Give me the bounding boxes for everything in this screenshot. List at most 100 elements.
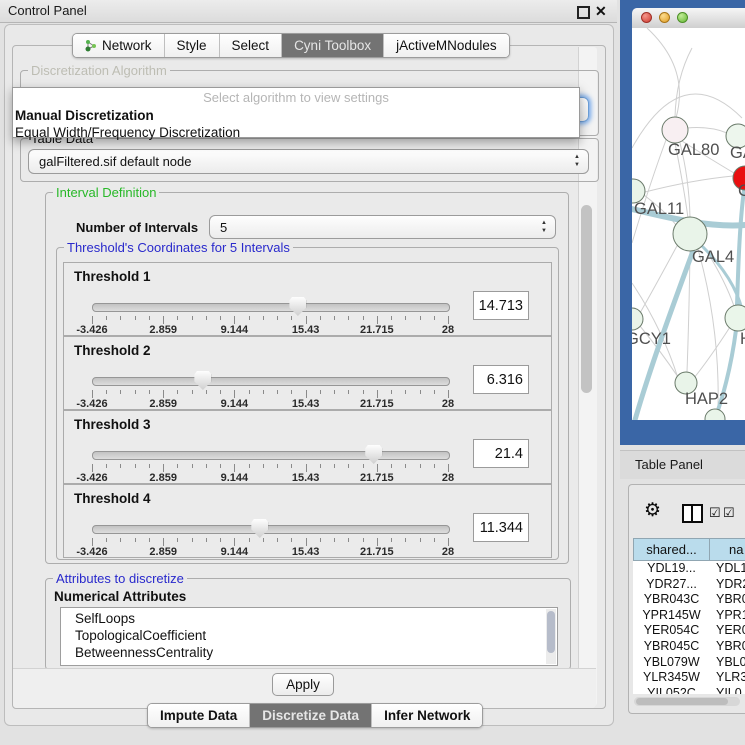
tab-label: Style	[177, 34, 207, 57]
table-row[interactable]: YLR345WYLR3	[633, 670, 745, 686]
numerical-attributes-list[interactable]: SelfLoopsTopologicalCoefficientBetweenne…	[60, 607, 558, 666]
table-row[interactable]: YBL079WYBL0	[633, 655, 745, 671]
cell-shared-name[interactable]: YBR045C	[633, 639, 710, 655]
close-icon[interactable]: ✕	[595, 0, 607, 22]
thresholds-group: Threshold's Coordinates for 5 Intervals …	[56, 247, 559, 560]
table-row[interactable]: YBR043CYBR0	[633, 592, 745, 608]
minimize-traffic-light-icon[interactable]	[659, 12, 670, 23]
columns-icon[interactable]	[682, 504, 703, 523]
network-edge-highlighted[interactable]	[737, 190, 744, 305]
threshold-label: Threshold 1	[74, 269, 151, 284]
table-data-combobox[interactable]: galFiltered.sif default node ▲▼	[28, 149, 589, 174]
apply-button[interactable]: Apply	[272, 673, 334, 696]
scale-label: -3.426	[76, 324, 107, 336]
control-panel-titlebar: Control Panel ✕	[0, 0, 617, 23]
list-item[interactable]: SelfLoops	[61, 610, 557, 627]
network-edge[interactable]	[632, 94, 742, 148]
slider-thumb[interactable]	[365, 445, 382, 464]
scale-label: 21.715	[360, 398, 394, 410]
table-row[interactable]: YIL052CYIL0	[633, 686, 745, 694]
threshold-value-field[interactable]: 6.316	[473, 365, 529, 394]
checkbox-icon[interactable]: ☑	[723, 506, 735, 519]
network-edge[interactable]	[647, 28, 679, 118]
scale-label: 28	[442, 398, 454, 410]
dropdown-option-equal-width[interactable]: Equal Width/Frequency Discretization	[13, 125, 579, 140]
cell-name[interactable]: YBR0	[710, 639, 745, 655]
horizontal-scrollbar-thumb[interactable]	[636, 698, 728, 705]
tab-style[interactable]: Style	[165, 34, 220, 57]
tab-infer-network[interactable]: Infer Network	[372, 704, 482, 727]
checkbox-icon[interactable]: ☑	[709, 506, 721, 519]
table-row[interactable]: YPR145WYPR1	[633, 608, 745, 624]
network-node[interactable]	[673, 217, 707, 251]
threshold-slider[interactable]	[92, 525, 450, 534]
slider-thumb[interactable]	[289, 297, 306, 316]
float-window-icon[interactable]	[577, 6, 590, 19]
panel-scrollbar-thumb[interactable]	[581, 205, 592, 393]
horizontal-scrollbar[interactable]	[634, 697, 740, 706]
cell-name[interactable]: YDL1	[710, 561, 745, 577]
scale-label: 21.715	[360, 472, 394, 484]
column-header-shared[interactable]: shared...	[633, 538, 710, 561]
cell-name[interactable]: YIL0	[710, 686, 742, 694]
tab-network[interactable]: Network	[73, 34, 165, 57]
tab-discretize-data[interactable]: Discretize Data	[250, 704, 372, 727]
cell-shared-name[interactable]: YBR043C	[633, 592, 710, 608]
threshold-slider[interactable]	[92, 303, 450, 312]
column-header-name[interactable]: na	[710, 538, 745, 561]
interval-definition-title: Interval Definition	[53, 185, 159, 200]
threshold-slider[interactable]	[92, 451, 450, 460]
gear-icon[interactable]: ⚙	[644, 501, 661, 520]
network-edge[interactable]	[687, 128, 727, 133]
network-node[interactable]	[725, 305, 745, 331]
tab-impute-data[interactable]: Impute Data	[148, 704, 250, 727]
cell-name[interactable]: YER0	[710, 623, 745, 639]
cell-name[interactable]: YPR1	[710, 608, 745, 624]
cell-name[interactable]: YDR2	[710, 577, 745, 593]
table-row[interactable]: YDL19...YDL1	[633, 561, 745, 577]
network-edge[interactable]	[645, 176, 733, 192]
cell-shared-name[interactable]: YIL052C	[633, 686, 710, 694]
tab-select[interactable]: Select	[220, 34, 283, 57]
list-scrollbar[interactable]	[546, 609, 556, 664]
list-scrollbar-thumb[interactable]	[547, 611, 555, 653]
threshold-value-field[interactable]: 14.713	[473, 291, 529, 320]
network-edge[interactable]	[675, 48, 692, 117]
close-traffic-light-icon[interactable]	[641, 12, 652, 23]
cell-name[interactable]: YBL0	[710, 655, 745, 671]
cell-shared-name[interactable]: YLR345W	[633, 670, 710, 686]
threshold-slider[interactable]	[92, 377, 450, 386]
network-edge[interactable]	[698, 249, 718, 408]
cell-shared-name[interactable]: YPR145W	[633, 608, 710, 624]
slider-thumb[interactable]	[251, 519, 268, 538]
network-view-window: GAL80GACGAL11GAL4GCY1HHAP2	[620, 0, 745, 445]
cell-name[interactable]: YLR3	[710, 670, 745, 686]
cell-shared-name[interactable]: YDR27...	[633, 577, 710, 593]
table-row[interactable]: YDR27...YDR2	[633, 577, 745, 593]
cell-name[interactable]: YBR0	[710, 592, 745, 608]
zoom-traffic-light-icon[interactable]	[677, 12, 688, 23]
dropdown-option-manual[interactable]: Manual Discretization	[13, 108, 579, 123]
cell-shared-name[interactable]: YBL079W	[633, 655, 710, 671]
tab-jactivemnodules[interactable]: jActiveMNodules	[384, 34, 509, 57]
cell-shared-name[interactable]: YER054C	[633, 623, 710, 639]
scale-label: 21.715	[360, 546, 394, 558]
cell-shared-name[interactable]: YDL19...	[633, 561, 710, 577]
scale-label: 9.144	[221, 472, 249, 484]
network-edge[interactable]	[694, 327, 730, 378]
network-node[interactable]	[662, 117, 688, 143]
list-item[interactable]: BetweennessCentrality	[61, 644, 557, 661]
list-item[interactable]: TopologicalCoefficient	[61, 627, 557, 644]
network-window-titlebar[interactable]	[632, 8, 745, 29]
slider-thumb[interactable]	[194, 371, 211, 390]
table-row[interactable]: YER054CYER0	[633, 623, 745, 639]
threshold-value-field[interactable]: 21.4	[473, 439, 529, 468]
threshold-value-field[interactable]: 11.344	[473, 513, 529, 542]
table-header-row: shared... na	[633, 538, 745, 561]
tab-cyni-toolbox[interactable]: Cyni Toolbox	[282, 34, 384, 57]
network-canvas[interactable]: GAL80GACGAL11GAL4GCY1HHAP2	[632, 28, 745, 420]
num-intervals-combobox[interactable]: 5 ▲▼	[209, 215, 556, 239]
table-row[interactable]: YBR045CYBR0	[633, 639, 745, 655]
network-node[interactable]	[705, 409, 725, 420]
table-body[interactable]: YDL19...YDL1YDR27...YDR2YBR043CYBR0YPR14…	[633, 561, 745, 694]
